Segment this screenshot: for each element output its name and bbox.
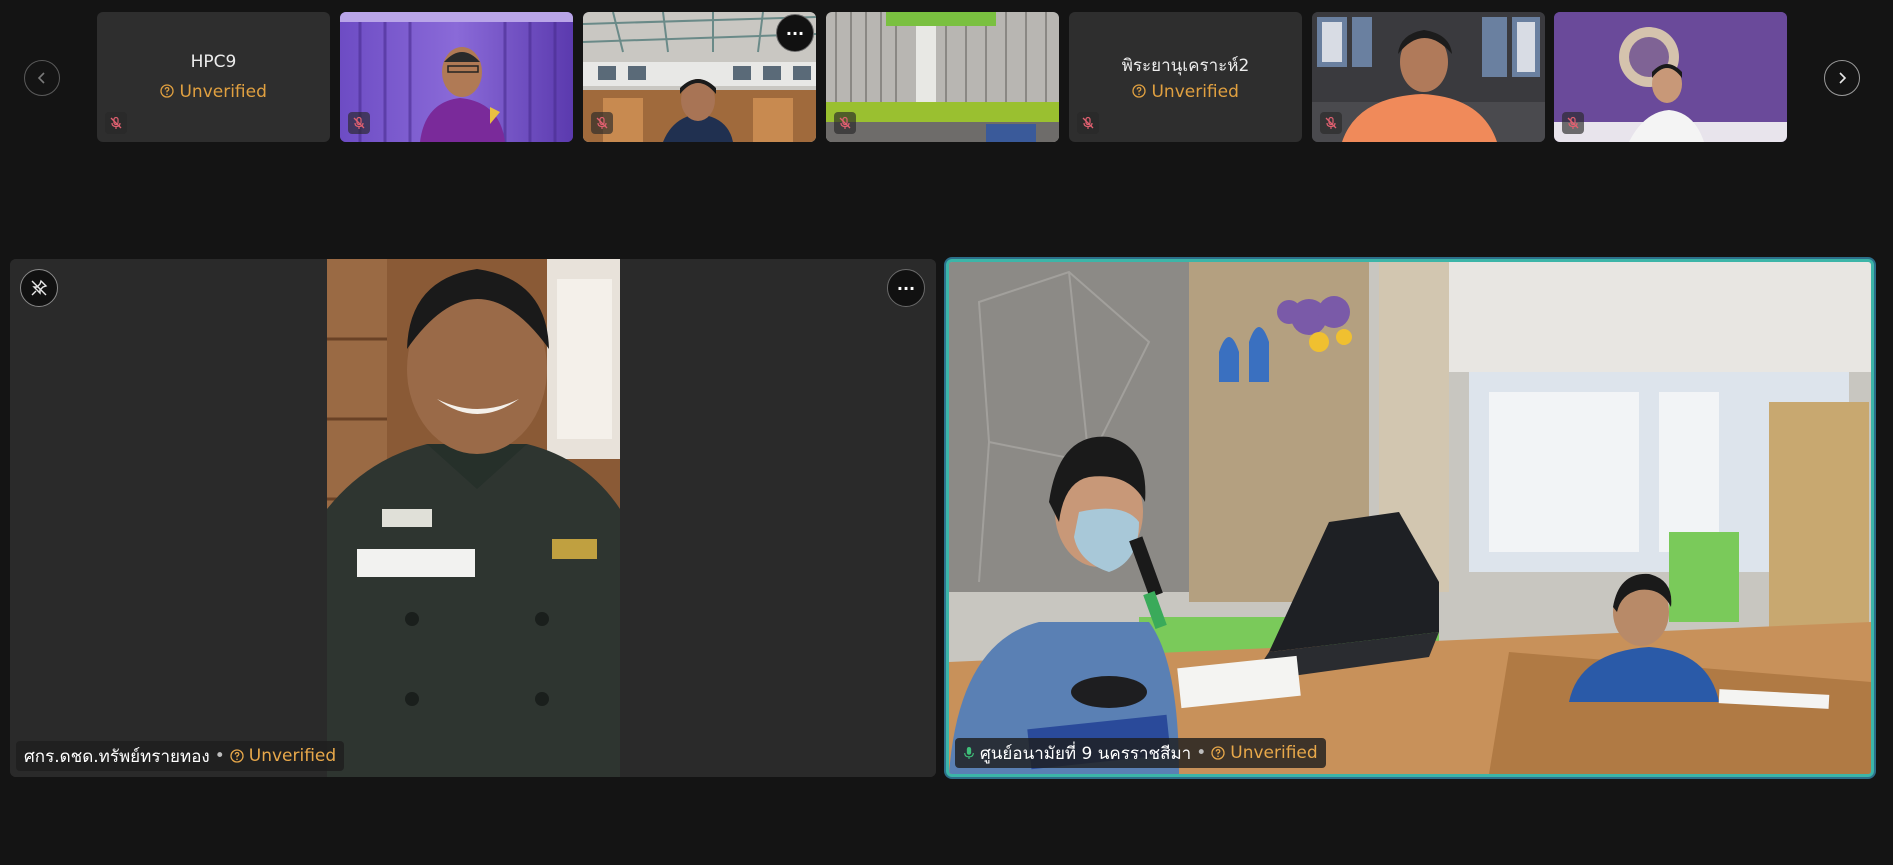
participant-video-frame (1554, 12, 1787, 142)
participant-tile-main[interactable]: ··· ศกร.ดชด.ทรัพย์ทรายทอง • Unverified (10, 259, 936, 777)
muted-mic-icon (348, 112, 370, 134)
participant-thumbnail-video[interactable] (826, 12, 1059, 142)
participant-name: ศูนย์อนามัยที่ 9 นครราชสีมา (980, 743, 1192, 764)
participant-name: HPC9 (190, 52, 237, 72)
info-icon (1211, 746, 1225, 760)
muted-mic-icon (105, 112, 127, 134)
separator-dot: • (214, 746, 225, 766)
more-options-label: ··· (896, 278, 916, 298)
participant-thumbnail-name[interactable]: พิระยานุเคราะห์2 Unverified (1069, 12, 1302, 142)
participant-thumbnail-video[interactable] (1312, 12, 1545, 142)
participant-name: พิระยานุเคราะห์2 (1121, 56, 1250, 76)
more-options-label: ··· (785, 23, 805, 43)
participant-name-tag: ศกร.ดชด.ทรัพย์ทรายทอง • Unverified (16, 741, 345, 771)
scroll-left-button[interactable] (24, 60, 60, 96)
separator-dot: • (1196, 743, 1207, 763)
more-options-button[interactable]: ··· (887, 269, 925, 307)
scroll-right-button[interactable] (1824, 60, 1860, 96)
info-icon (1132, 84, 1146, 98)
mic-active-icon (964, 747, 974, 759)
unverified-status: Unverified (248, 746, 337, 766)
muted-mic-icon (1077, 112, 1099, 134)
muted-mic-icon (834, 112, 856, 134)
participant-video-frame (1312, 12, 1545, 142)
participant-name: ศกร.ดชด.ทรัพย์ทรายทอง (24, 746, 210, 767)
participant-video-frame (949, 262, 1871, 774)
participant-thumbnail-video[interactable] (1554, 12, 1787, 142)
participant-thumbnail-hpc9[interactable]: HPC9 Unverified (97, 12, 330, 142)
unverified-status: Unverified (97, 82, 330, 102)
participant-video-frame (10, 259, 936, 777)
participant-thumbnail-video[interactable]: ··· (583, 12, 816, 142)
unverified-status: Unverified (1230, 743, 1318, 763)
muted-mic-icon (591, 112, 613, 134)
participant-name-tag: ศูนย์อนามัยที่ 9 นครราชสีมา • Unverified (955, 738, 1326, 768)
participant-video-frame (826, 12, 1059, 142)
participant-tile-active-speaker[interactable]: ศูนย์อนามัยที่ 9 นครราชสีมา • Unverified (946, 259, 1874, 777)
chevron-right-icon (1839, 72, 1847, 84)
participant-video-frame (340, 12, 573, 142)
info-icon (230, 749, 244, 763)
info-icon (160, 84, 174, 98)
muted-mic-icon (1562, 112, 1584, 134)
participant-thumbnail-video[interactable] (340, 12, 573, 142)
unpin-button[interactable] (20, 269, 58, 307)
unpin-icon (31, 279, 48, 296)
chevron-left-icon (37, 72, 45, 84)
more-options-button[interactable]: ··· (776, 14, 814, 52)
unverified-status: Unverified (1069, 82, 1302, 102)
muted-mic-icon (1320, 112, 1342, 134)
